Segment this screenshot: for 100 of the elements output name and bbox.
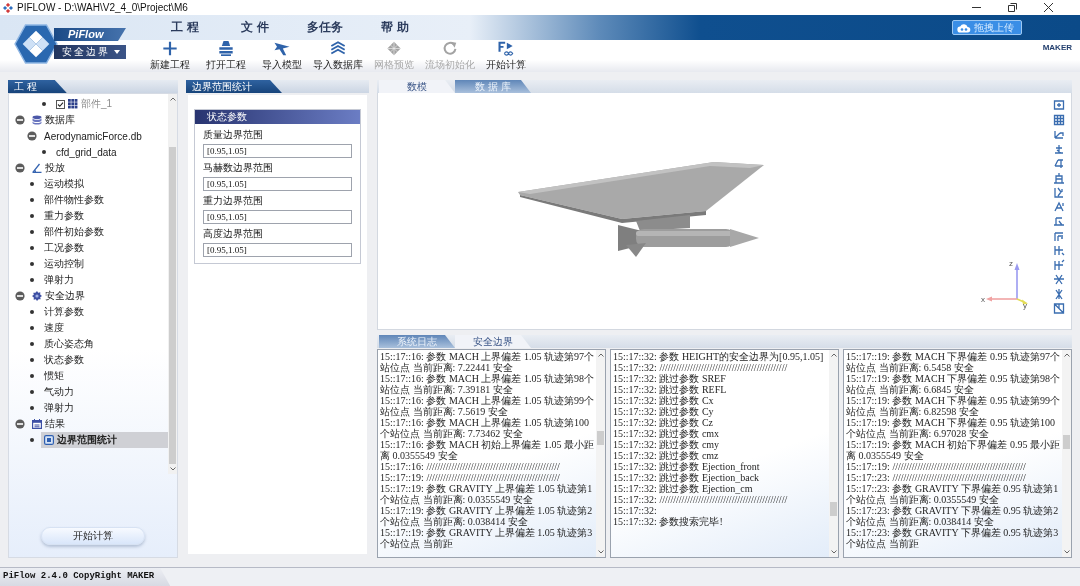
- tree-item[interactable]: 运动控制: [41, 256, 87, 272]
- view-direction-icon[interactable]: [1053, 200, 1065, 213]
- tree-item[interactable]: 工况参数: [41, 240, 87, 256]
- menu-item[interactable]: 文 件: [220, 19, 290, 36]
- scrollbar-thumb[interactable]: [1063, 434, 1070, 449]
- scroll-down-icon[interactable]: [597, 550, 604, 554]
- grid-diamond-icon: [384, 41, 404, 56]
- scroll-up-icon[interactable]: [169, 97, 176, 101]
- view-direction-icon[interactable]: [1053, 287, 1065, 300]
- collapse-icon[interactable]: [15, 115, 25, 125]
- tree-item[interactable]: 安全边界: [29, 288, 88, 304]
- scrollbar-thumb[interactable]: [169, 147, 176, 464]
- grid-view-icon[interactable]: [1053, 113, 1065, 126]
- log-line: 15::17::32: //////////////////////////////////////////////: [613, 362, 789, 373]
- log-line: 15::17::19: 参数 GRAVITY 上界偏差 1.05 轨迹第3个站位点 当前距: [380, 527, 594, 549]
- scrollbar[interactable]: [1062, 350, 1071, 557]
- close-icon[interactable]: [1044, 3, 1053, 12]
- view-direction-icon[interactable]: [1053, 258, 1065, 271]
- scrollbar[interactable]: [829, 350, 838, 557]
- card-title: 状态参数: [207, 111, 247, 122]
- log-line: 15::17::19: 参数 MACH 下界偏差 0.95 轨迹第99个站位点 当前距离: 6.82598 安全: [846, 395, 1060, 417]
- view-direction-icon[interactable]: [1053, 229, 1065, 242]
- input-field[interactable]: [0.95,1.05]: [203, 177, 352, 191]
- log-line: 15::17::19: 参数 MACH 下界偏差 0.95 轨迹第98个站位点 当前距离: 6.6845 安全: [846, 373, 1060, 395]
- tree-item[interactable]: 惯矩: [41, 368, 67, 384]
- log-line: 15::17::16: 参数 MACH 上界偏差 1.05 轨迹第100个站位点 当前距离: 7.73462 安全: [380, 417, 590, 439]
- scroll-down-icon[interactable]: [169, 467, 176, 471]
- scrollbar-thumb[interactable]: [597, 431, 604, 446]
- tree-item[interactable]: 速度: [41, 320, 67, 336]
- caret-icon: [114, 50, 120, 54]
- bullet-icon: [30, 374, 34, 378]
- input-field[interactable]: [0.95,1.05]: [203, 210, 352, 224]
- view-direction-icon[interactable]: [1053, 128, 1065, 140]
- log-line: 15::17::23: 参数 GRAVITY 下界偏差 0.95 轨迹第3个站位点 当前距: [846, 527, 1060, 549]
- tree-item[interactable]: 部件物性参数: [41, 192, 107, 208]
- tree-item[interactable]: 结果: [29, 416, 68, 432]
- view-direction-icon[interactable]: [1053, 157, 1065, 169]
- collapse-icon[interactable]: [15, 419, 25, 429]
- toolbar-button[interactable]: 导入数据库: [310, 40, 366, 72]
- bullet-icon: [30, 310, 34, 314]
- axis-label: z: [1009, 259, 1013, 268]
- scroll-up-icon[interactable]: [597, 353, 604, 357]
- log-line: 15::17::19: 参数 MACH 初始下界偏差 0.95 最小距离 0.0355549 安全: [846, 439, 1060, 461]
- collapse-icon[interactable]: [15, 163, 25, 173]
- toolbar-button[interactable]: 开始计算: [478, 40, 534, 72]
- bullet-icon: [30, 182, 34, 186]
- tree-item[interactable]: 数据库: [29, 112, 78, 128]
- input-field[interactable]: [0.95,1.05]: [203, 243, 352, 257]
- scrollbar[interactable]: [596, 350, 605, 557]
- restore-icon[interactable]: [1008, 3, 1017, 12]
- tree-item[interactable]: 质心姿态角: [41, 336, 97, 352]
- tree-item[interactable]: 弹射力: [41, 400, 77, 416]
- tree-item[interactable]: AerodynamicForce.db: [41, 128, 145, 144]
- tree-item[interactable]: 投放: [29, 160, 68, 176]
- angle-icon: [32, 163, 42, 173]
- tree-item[interactable]: 运动模拟: [41, 176, 87, 192]
- log-line: 15::17::19: 参数 MACH 下界偏差 0.95 轨迹第100个站位点 当前距离: 6.97028 安全: [846, 417, 1056, 439]
- tree-item[interactable]: 部件初始参数: [41, 224, 107, 240]
- tab[interactable]: 数模: [379, 80, 455, 93]
- tree-item[interactable]: cfd_grid_data: [53, 144, 120, 160]
- run-button[interactable]: 开始计算: [41, 527, 145, 545]
- tree-item[interactable]: 边界范围统计: [41, 432, 168, 448]
- axis-label: x: [981, 295, 985, 304]
- tab[interactable]: 安全边界: [455, 335, 531, 348]
- 3d-viewport[interactable]: z x y: [377, 93, 1072, 330]
- tree-item[interactable]: 气动力: [41, 384, 77, 400]
- toolbar-button[interactable]: 打开工程: [198, 40, 254, 72]
- view-direction-icon[interactable]: [1053, 273, 1065, 285]
- toolbar-button[interactable]: 导入模型: [254, 40, 310, 72]
- fit-view-icon[interactable]: [1053, 99, 1065, 111]
- database-icon: [32, 115, 42, 125]
- menu-item[interactable]: 工 程: [150, 19, 220, 36]
- log-line: 15::17::16: 参数 MACH 上界偏差 1.05 轨迹第99个站位点 当前距离: 7.5619 安全: [380, 395, 594, 417]
- menu-item[interactable]: 帮 助: [360, 19, 430, 36]
- view-direction-icon[interactable]: [1053, 215, 1065, 227]
- view-direction-icon[interactable]: [1053, 186, 1065, 198]
- view-direction-icon[interactable]: [1053, 171, 1065, 184]
- input-field[interactable]: [0.95,1.05]: [203, 144, 352, 158]
- scroll-down-icon[interactable]: [830, 550, 837, 554]
- tree-item[interactable]: 计算参数: [41, 304, 87, 320]
- tree-item[interactable]: 状态参数: [41, 352, 87, 368]
- axis-label: y: [1023, 301, 1027, 310]
- tree-item[interactable]: 重力参数: [41, 208, 87, 224]
- module-dropdown[interactable]: 安全边界: [54, 45, 126, 59]
- view-direction-icon[interactable]: [1053, 302, 1065, 314]
- menu-item[interactable]: 多任务: [290, 19, 360, 36]
- collapse-icon[interactable]: [27, 131, 37, 141]
- toolbar-button[interactable]: 新建工程: [142, 40, 198, 72]
- view-direction-icon[interactable]: [1053, 244, 1065, 256]
- tree-item[interactable]: 弹射力: [41, 272, 77, 288]
- log-line: 15::17::19: ////////////////////////////////////////////////: [846, 461, 1027, 472]
- plus-icon: [160, 41, 180, 56]
- bullet-icon: [42, 150, 46, 154]
- scroll-up-icon[interactable]: [830, 353, 837, 357]
- scrollbar-thumb[interactable]: [830, 502, 837, 517]
- view-direction-icon[interactable]: [1053, 142, 1065, 155]
- collapse-icon[interactable]: [15, 291, 25, 301]
- scrollbar[interactable]: [168, 94, 177, 474]
- scroll-down-icon[interactable]: [1063, 550, 1070, 554]
- scroll-up-icon[interactable]: [1063, 353, 1070, 357]
